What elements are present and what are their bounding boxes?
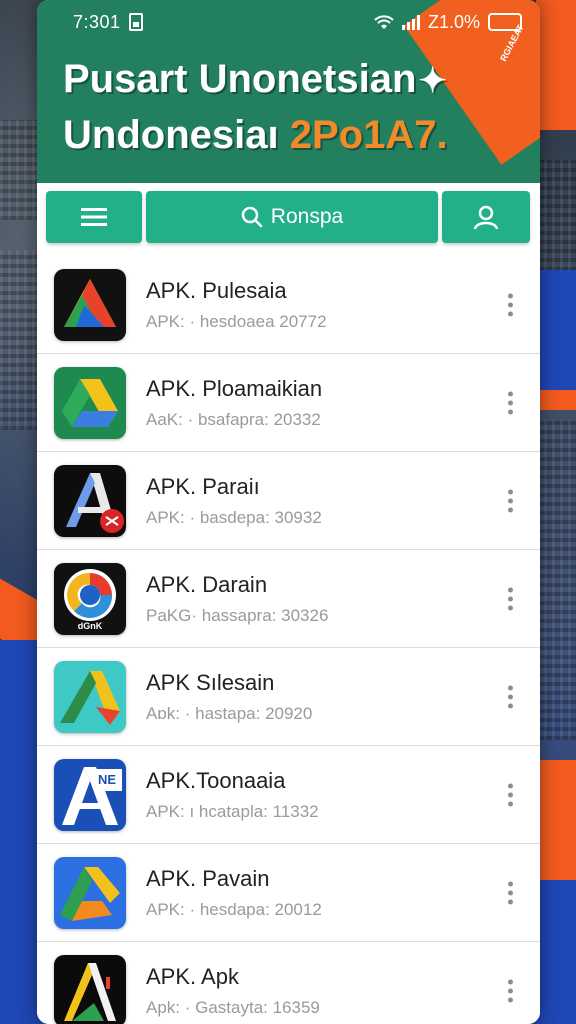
app-name: APK. Pavain <box>146 865 270 891</box>
list-item[interactable]: NE APK.Toonaaia APK: ı hcatapla: 11332 <box>37 746 540 844</box>
drive-style-logo-icon <box>54 268 126 341</box>
battery-percent: Z1.0% <box>427 11 480 32</box>
more-options-icon[interactable] <box>507 783 513 806</box>
app-meta: APK: · hesdoaea 20772 <box>146 311 327 331</box>
app-name: APK. Apk <box>146 963 239 989</box>
title-line-1: Pusart Unonetsian <box>63 57 417 101</box>
app-meta: PaKG· hassapra: 30326 <box>146 605 329 625</box>
app-meta: Aɒk: · hastapa: 20920 <box>146 703 313 723</box>
status-bar: 7:301 Z1.0% <box>73 10 522 34</box>
drive-style-logo-icon <box>54 366 126 439</box>
app-name: APK. Ploamaikian <box>146 375 323 401</box>
triangle-logo-icon <box>54 856 126 929</box>
app-name: APK.Toonaaia <box>146 767 286 793</box>
list-item[interactable]: dGnK APK. Darain PaKG· hassapra: 30326 <box>37 550 540 648</box>
app-name: APK. Darain <box>146 571 268 597</box>
more-options-icon[interactable] <box>507 881 513 904</box>
search-label: Ronspa <box>270 205 344 228</box>
title-accent: 2Po1A7. <box>289 113 448 157</box>
signal-icon <box>401 14 420 30</box>
list-item[interactable]: APK. Apk Apk: · Gastayta: 16359 <box>37 942 540 1024</box>
more-options-icon[interactable] <box>507 489 513 512</box>
letter-a-logo-icon <box>54 954 126 1024</box>
app-meta: Apk: · Gastayta: 16359 <box>146 997 320 1017</box>
more-options-icon[interactable] <box>507 391 513 414</box>
battery-icon <box>488 13 522 31</box>
list-item[interactable]: APK. Paraiı APK: · basdepa: 30932 <box>37 452 540 550</box>
user-icon <box>473 205 499 230</box>
menu-button[interactable] <box>46 191 142 243</box>
sim-icon <box>128 13 143 31</box>
app-meta: AaK: · bsafapra: 20332 <box>146 409 321 429</box>
list-item[interactable]: APK. Ploamaikian AaK: · bsafapra: 20332 <box>37 354 540 452</box>
wifi-icon <box>374 15 394 29</box>
status-time: 7:301 <box>73 11 121 32</box>
app-list: APK. Pulesaia APK: · hesdoaea 20772 APK.… <box>37 256 540 1024</box>
more-options-icon[interactable] <box>507 979 513 1002</box>
search-button[interactable]: Ronspa <box>146 191 438 243</box>
title-line-2: Undonesiaı <box>63 113 279 157</box>
ring-logo-icon: dGnK <box>54 562 126 635</box>
search-icon <box>241 206 263 228</box>
app-icon-text: NE <box>98 771 117 787</box>
app-name: APK. Pulesaia <box>146 277 287 303</box>
profile-button[interactable] <box>442 191 530 243</box>
letter-a-logo-icon <box>54 464 126 537</box>
more-options-icon[interactable] <box>507 685 513 708</box>
app-name: APK. Paraiı <box>146 473 260 499</box>
list-item[interactable]: APK. Pavain APK: · hesdapa: 20012 <box>37 844 540 942</box>
more-options-icon[interactable] <box>507 293 513 316</box>
hamburger-icon <box>81 208 107 226</box>
page-title: Pusart Unonetsian✦ Undonesiaı 2Po1A7. <box>63 52 448 162</box>
star-icon: ✦ <box>418 62 447 100</box>
more-options-icon[interactable] <box>507 587 513 610</box>
app-icon-text: dGnK <box>77 620 103 631</box>
background-right <box>536 0 576 1024</box>
header-banner: RGIAEAT 7:301 Z1.0% Pusart Unonetsian✦ U… <box>37 0 540 183</box>
app-meta: APK: ı hcatapla: 11332 <box>146 801 319 821</box>
app-meta: APK: · hesdapa: 20012 <box>146 899 322 919</box>
letter-a-logo-icon: NE <box>54 758 126 831</box>
app-window: RGIAEAT 7:301 Z1.0% Pusart Unonetsian✦ U… <box>37 0 540 1024</box>
toolbar: Ronspa <box>46 191 530 245</box>
app-meta: APK: · basdepa: 30932 <box>146 507 322 527</box>
list-item[interactable]: APK Sılesain Aɒk: · hastapa: 20920 <box>37 648 540 746</box>
triangle-logo-icon <box>54 660 126 733</box>
app-name: APK Sılesain <box>146 669 275 695</box>
list-item[interactable]: APK. Pulesaia APK: · hesdoaea 20772 <box>37 256 540 354</box>
